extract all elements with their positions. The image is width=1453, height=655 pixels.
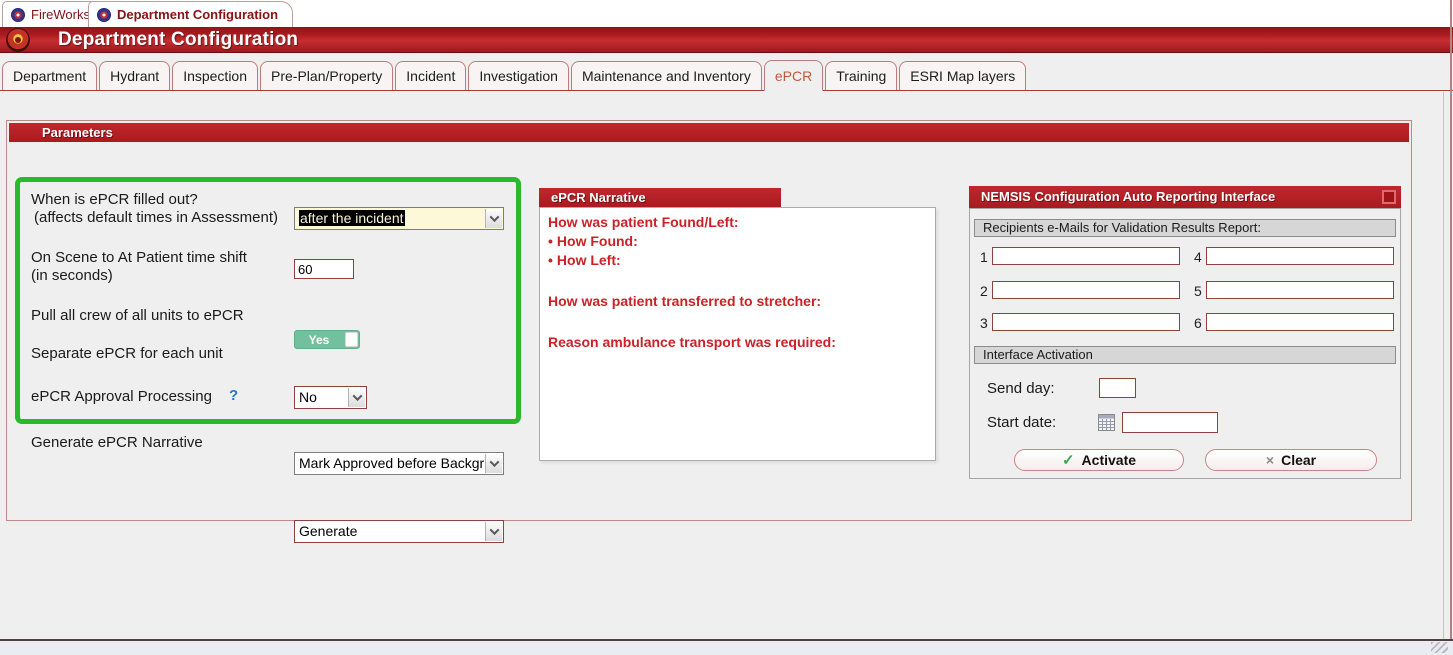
tab-investigation[interactable]: Investigation (468, 61, 569, 90)
generate-narrative-selected-text: Generate (299, 523, 357, 539)
clear-button[interactable]: × Clear (1205, 449, 1377, 471)
when-filled-combobox[interactable]: after the incident (294, 207, 504, 230)
recipient-email-input-1[interactable] (992, 247, 1180, 265)
narrative-line: Reason ambulance transport was required: (548, 333, 927, 352)
when-filled-selected-text: after the incident (299, 210, 405, 226)
time-shift-label: On Scene to At Patient time shift (in se… (31, 249, 291, 285)
recipient-number: 2 (980, 283, 988, 299)
start-date-label: Start date: (987, 414, 1056, 431)
window-tab-department-configuration-label: Department Configuration (117, 7, 278, 22)
send-day-label: Send day: (987, 380, 1055, 397)
pull-crew-label: Pull all crew of all units to ePCR (31, 307, 311, 325)
recipient-email-input-6[interactable] (1206, 313, 1394, 331)
calendar-icon-glyph (1098, 414, 1115, 431)
toggle-knob (345, 332, 358, 347)
chevron-down-icon (489, 457, 499, 467)
bullet-icon: • (548, 233, 553, 249)
panel-close-icon[interactable] (1382, 190, 1396, 204)
tab-esri-map-layers[interactable]: ESRI Map layers (899, 61, 1026, 90)
epcr-narrative-header: ePCR Narrative (539, 188, 781, 207)
department-configuration-window: FireWorks Department Configuration Depar… (0, 0, 1453, 655)
window-frame-line (1450, 0, 1452, 641)
recipient-email-input-5[interactable] (1206, 281, 1394, 299)
narrative-line: How was patient transferred to stretcher… (548, 292, 927, 311)
approval-label: ePCR Approval Processing (31, 388, 231, 406)
page-title: Department Configuration (58, 29, 298, 51)
recipient-number: 6 (1194, 315, 1202, 331)
chevron-down-icon (352, 391, 362, 401)
separate-epcr-selected-text: No (299, 389, 317, 405)
tab-hydrant[interactable]: Hydrant (99, 61, 170, 90)
time-shift-input[interactable] (294, 259, 354, 279)
approval-selected-text: Mark Approved before Backgr (299, 455, 484, 471)
send-day-input[interactable] (1099, 378, 1136, 398)
generate-narrative-combobox[interactable]: Generate (294, 520, 504, 543)
recipient-email-input-2[interactable] (992, 281, 1180, 299)
window-tab-department-configuration[interactable]: Department Configuration (88, 1, 293, 27)
resize-grip[interactable] (1431, 642, 1448, 653)
nemsis-panel-body: Recipients e-Mails for Validation Result… (969, 208, 1401, 479)
title-bar: Department Configuration (0, 27, 1453, 53)
check-icon: ✓ (1062, 451, 1075, 469)
tab-inspection[interactable]: Inspection (172, 61, 258, 90)
separate-epcr-dropdown-button[interactable] (348, 388, 365, 407)
recipients-section-header: Recipients e-Mails for Validation Result… (974, 219, 1396, 237)
x-icon: × (1266, 452, 1274, 468)
recipient-number: 1 (980, 249, 988, 265)
fireworks-badge-icon (11, 8, 25, 22)
chevron-down-icon (489, 212, 499, 222)
tab-training[interactable]: Training (825, 61, 897, 90)
tab-epcr[interactable]: ePCR (764, 60, 823, 91)
generate-narrative-dropdown-button[interactable] (485, 522, 502, 541)
calendar-icon[interactable] (1098, 414, 1115, 431)
activate-button[interactable]: ✓ Activate (1014, 449, 1184, 471)
chevron-down-icon (489, 525, 499, 535)
parameters-header: Parameters (9, 123, 1409, 142)
narrative-line: How was patient Found/Left: (548, 213, 927, 232)
when-filled-label: When is ePCR filled out? (affects defaul… (31, 191, 291, 227)
when-filled-dropdown-button[interactable] (485, 209, 502, 228)
start-date-input[interactable] (1122, 412, 1218, 433)
interface-activation-header: Interface Activation (974, 346, 1396, 364)
recipient-number: 5 (1194, 283, 1202, 299)
narrative-line: •How Left: (548, 251, 927, 270)
nemsis-panel-header: NEMSIS Configuration Auto Reporting Inte… (969, 186, 1401, 208)
narrative-line: •How Found: (548, 232, 927, 251)
tab-preplan-property[interactable]: Pre-Plan/Property (260, 61, 393, 90)
separate-epcr-combobox[interactable]: No (294, 386, 367, 409)
department-configuration-badge-icon (97, 8, 111, 22)
window-frame-line (1443, 92, 1444, 639)
parameters-panel: Parameters When is ePCR filled out? (aff… (6, 120, 1412, 521)
epcr-narrative-textarea[interactable]: How was patient Found/Left: •How Found: … (539, 207, 936, 461)
window-tab-strip: FireWorks Department Configuration (0, 0, 1453, 27)
tab-department[interactable]: Department (2, 61, 97, 90)
recipient-number: 4 (1194, 249, 1202, 265)
approval-dropdown-button[interactable] (485, 454, 502, 473)
separate-epcr-label: Separate ePCR for each unit (31, 345, 311, 363)
fire-department-seal-icon (7, 29, 29, 51)
help-icon[interactable]: ? (229, 387, 238, 404)
recipient-email-input-4[interactable] (1206, 247, 1394, 265)
recipient-number: 3 (980, 315, 988, 331)
generate-narrative-label: Generate ePCR Narrative (31, 434, 311, 452)
status-bar (0, 641, 1453, 655)
nav-tab-bar: Department Hydrant Inspection Pre-Plan/P… (0, 60, 1453, 91)
tab-maintenance-inventory[interactable]: Maintenance and Inventory (571, 61, 762, 90)
window-tab-fireworks-label: FireWorks (31, 7, 90, 22)
approval-combobox[interactable]: Mark Approved before Backgr (294, 452, 504, 475)
bullet-icon: • (548, 252, 553, 268)
tab-incident[interactable]: Incident (395, 61, 466, 90)
recipient-email-input-3[interactable] (992, 313, 1180, 331)
